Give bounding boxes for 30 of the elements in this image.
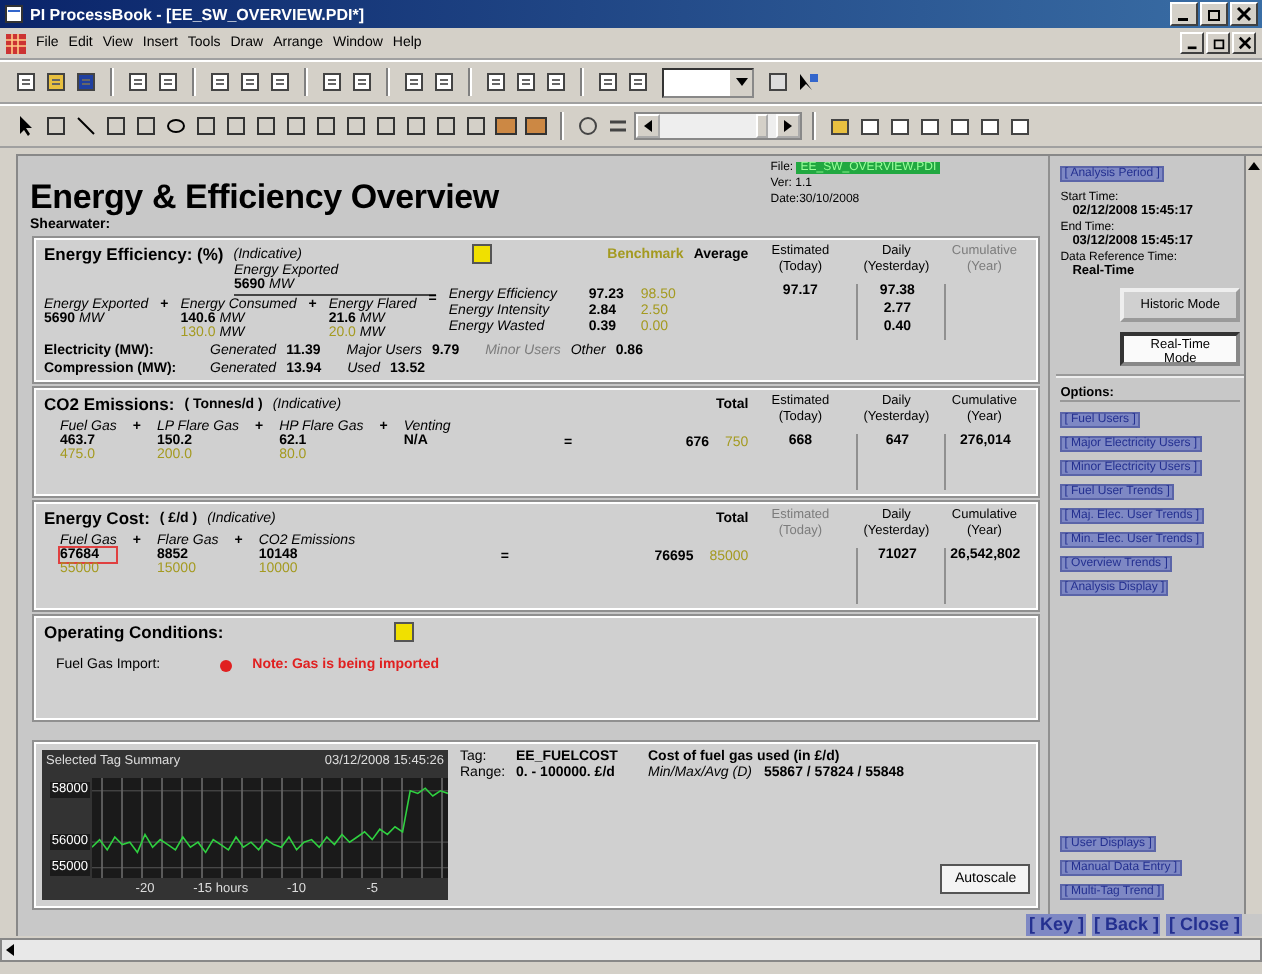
section-title: Energy Cost:: [44, 508, 150, 528]
page-title: Energy & Efficiency Overview: [30, 178, 499, 218]
restore-button[interactable]: [1200, 2, 1228, 26]
window-title: PI ProcessBook - [EE_SW_OVERVIEW.PDI*]: [30, 5, 365, 23]
square-icon[interactable]: [624, 68, 652, 96]
minimize-button[interactable]: [1170, 2, 1198, 26]
up-arrow-icon: [1248, 162, 1261, 170]
dropdown-arrow-icon: [735, 78, 747, 86]
restore-button[interactable]: [1206, 32, 1230, 54]
square-icon[interactable]: [102, 112, 130, 140]
horizontal-scrollbar[interactable]: [0, 938, 1262, 962]
document-icon: [6, 33, 26, 53]
zoom-dropdown[interactable]: [662, 67, 754, 97]
section-title: Energy Efficiency: (%): [44, 244, 224, 264]
rectangle-icon[interactable]: [252, 112, 280, 140]
help-icon[interactable]: [794, 68, 822, 96]
minimize-button[interactable]: [1180, 32, 1204, 54]
footer-link[interactable]: [ Key ]: [1026, 914, 1086, 936]
app-icon: [4, 4, 24, 24]
footer-link[interactable]: [ Close ]: [1166, 914, 1242, 936]
section-title: Operating Conditions:: [44, 622, 224, 642]
section-title: CO2 Emissions:: [44, 394, 175, 414]
left-arrow-icon: [6, 944, 14, 956]
close-icon: [1236, 6, 1252, 22]
close-button[interactable]: [1230, 2, 1258, 26]
close-icon: [1237, 36, 1251, 50]
footer-link[interactable]: [ Back ]: [1091, 914, 1161, 936]
line-icon[interactable]: [72, 112, 100, 140]
close-button[interactable]: [1232, 32, 1256, 54]
vertical-scrollbar[interactable]: [1244, 156, 1262, 914]
